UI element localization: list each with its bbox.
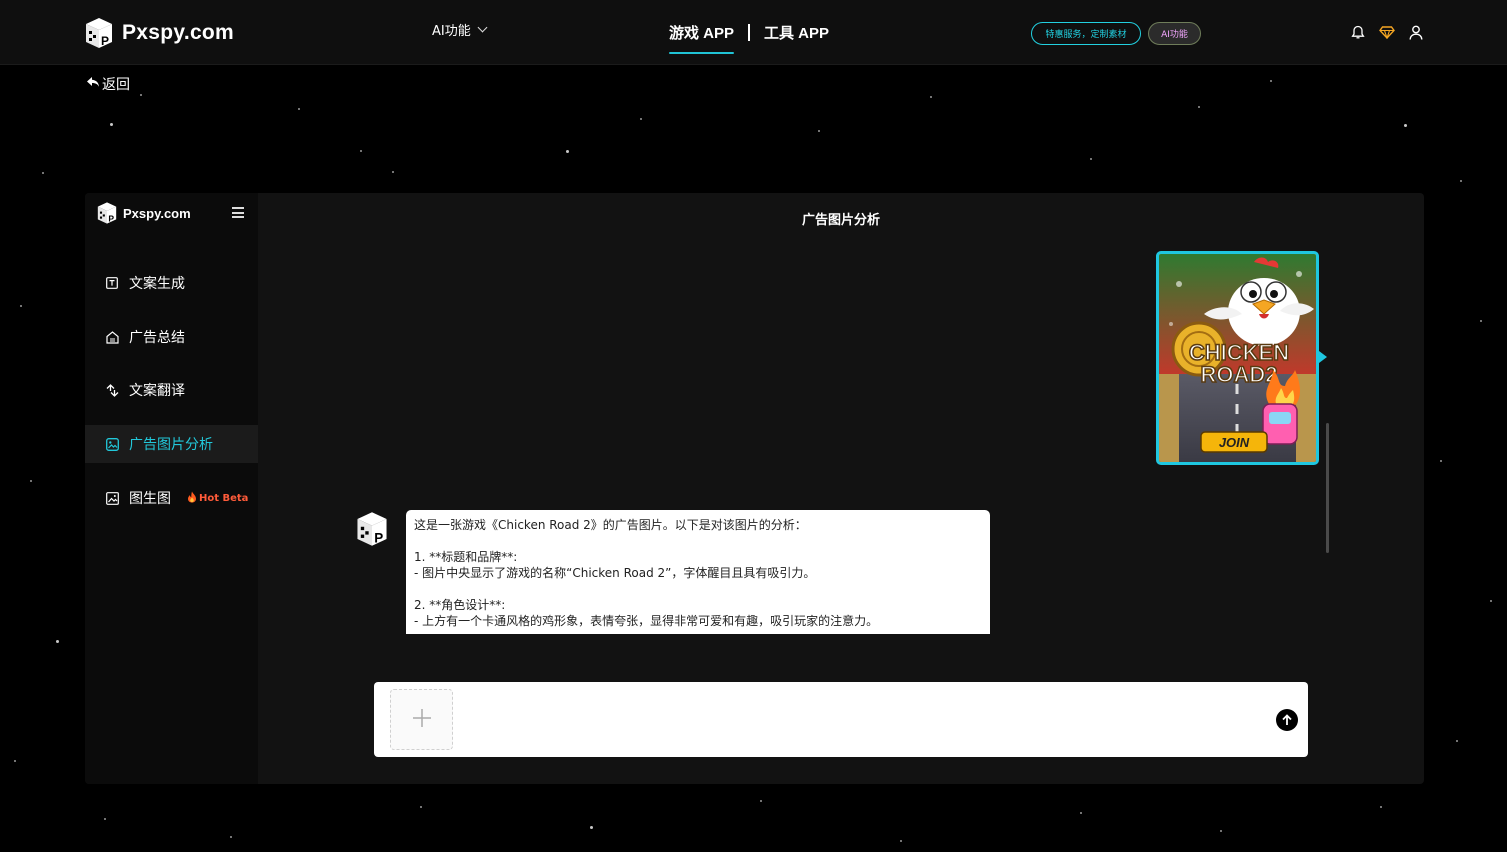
header-actions bbox=[1349, 24, 1424, 41]
sidebar-brand-name: Pxspy.com bbox=[123, 205, 191, 221]
arrow-up-icon bbox=[1281, 711, 1293, 730]
tool-sidebar: P Pxspy.com 文案生成 广告总结 文案翻译 广告图片分析 图生图 Ho… bbox=[85, 193, 258, 784]
hot-beta-badge: Hot Beta bbox=[187, 491, 248, 506]
image-icon bbox=[105, 491, 119, 505]
upload-image-button[interactable] bbox=[390, 689, 453, 750]
ad-title-line2: ROAD2 bbox=[1200, 362, 1277, 387]
site-logo[interactable]: P Pxspy.com bbox=[82, 16, 234, 50]
translate-icon bbox=[105, 383, 119, 397]
sidebar-item-copy-generation[interactable]: 文案生成 bbox=[85, 264, 258, 302]
user-icon[interactable] bbox=[1407, 24, 1424, 41]
diamond-icon[interactable] bbox=[1378, 24, 1395, 41]
cube-logo-icon: P bbox=[82, 16, 116, 50]
message-line-spacer bbox=[414, 533, 982, 549]
home-doc-icon bbox=[105, 330, 119, 344]
sidebar-item-ad-image-analysis[interactable]: 广告图片分析 bbox=[85, 425, 258, 463]
ai-menu-label: AI功能 bbox=[432, 24, 471, 39]
bot-message-bubble: 这是一张游戏《Chicken Road 2》的广告图片。以下是对该图片的分析： … bbox=[406, 510, 990, 634]
tab-divider bbox=[748, 24, 751, 41]
chat-input-box bbox=[374, 682, 1308, 757]
brand-name: Pxspy.com bbox=[122, 21, 235, 44]
chat-scrollbar[interactable] bbox=[1326, 423, 1329, 553]
ad-join-label: JOIN bbox=[1219, 435, 1250, 450]
image-analyze-icon bbox=[105, 437, 119, 451]
message-line: - 上方有一个卡通风格的鸡形象，表情夸张，显得非常可爱和有趣，吸引玩家的注意力。 bbox=[414, 614, 879, 628]
sidebar-item-copy-translation[interactable]: 文案翻译 bbox=[85, 371, 258, 409]
message-line-spacer bbox=[414, 581, 982, 597]
svg-text:P: P bbox=[374, 530, 383, 545]
svg-text:P: P bbox=[101, 34, 109, 48]
sidebar-item-label: 文案翻译 bbox=[129, 383, 185, 399]
ai-features-button[interactable]: AI功能 bbox=[1148, 22, 1201, 45]
reply-arrow-icon bbox=[86, 76, 100, 92]
text-box-icon bbox=[105, 276, 119, 290]
sidebar-item-label: 图生图 bbox=[129, 491, 171, 507]
chevron-down-icon bbox=[477, 22, 488, 33]
uploaded-ad-image[interactable]: CHICKEN ROAD2 JOIN bbox=[1156, 251, 1319, 465]
sidebar-item-label: 广告总结 bbox=[129, 330, 185, 346]
tab-game-app[interactable]: 游戏 APP bbox=[669, 22, 735, 54]
sidebar-item-label: 文案生成 bbox=[129, 276, 185, 292]
sidebar-item-image-to-image[interactable]: 图生图 Hot Beta bbox=[85, 479, 258, 517]
sidebar-item-label: 广告图片分析 bbox=[129, 437, 213, 453]
message-line: 这是一张游戏《Chicken Road 2》的广告图片。以下是对该图片的分析： bbox=[414, 518, 807, 532]
message-input[interactable] bbox=[466, 692, 1246, 748]
message-line: 1. **标题和品牌**: bbox=[414, 550, 518, 564]
tab-tool-app[interactable]: 工具 APP bbox=[764, 22, 829, 51]
top-navigation-bar: P Pxspy.com AI功能 游戏 APP 工具 APP 特惠服务，定制素材… bbox=[0, 0, 1507, 65]
special-service-button[interactable]: 特惠服务，定制素材 bbox=[1031, 22, 1141, 45]
chat-title: 广告图片分析 bbox=[801, 213, 880, 228]
back-label: 返回 bbox=[102, 77, 130, 93]
fire-icon bbox=[187, 491, 197, 506]
cube-logo-icon: P bbox=[95, 201, 119, 225]
cube-logo-icon: P bbox=[357, 512, 387, 546]
svg-text:P: P bbox=[108, 213, 114, 223]
bot-avatar: P bbox=[353, 510, 391, 548]
ai-features-dropdown[interactable]: AI功能 bbox=[432, 20, 488, 39]
image-bubble-pointer bbox=[1319, 351, 1327, 363]
message-line: - 图片中央显示了游戏的名称“Chicken Road 2”，字体醒目且具有吸引… bbox=[414, 566, 816, 580]
menu-toggle-icon[interactable] bbox=[232, 207, 244, 218]
back-link[interactable]: 返回 bbox=[86, 74, 130, 94]
app-category-tabs: 游戏 APP 工具 APP bbox=[669, 22, 829, 54]
message-line: 2. **角色设计**: bbox=[414, 598, 506, 612]
hot-beta-label: Hot Beta bbox=[199, 492, 249, 504]
plus-icon bbox=[412, 708, 432, 732]
sidebar-logo[interactable]: P Pxspy.com bbox=[95, 201, 191, 225]
ai-tool-panel: P Pxspy.com 文案生成 广告总结 文案翻译 广告图片分析 图生图 Ho… bbox=[85, 193, 1424, 784]
send-button[interactable] bbox=[1276, 709, 1298, 731]
bell-icon[interactable] bbox=[1349, 24, 1366, 41]
sidebar-item-ad-summary[interactable]: 广告总结 bbox=[85, 318, 258, 356]
